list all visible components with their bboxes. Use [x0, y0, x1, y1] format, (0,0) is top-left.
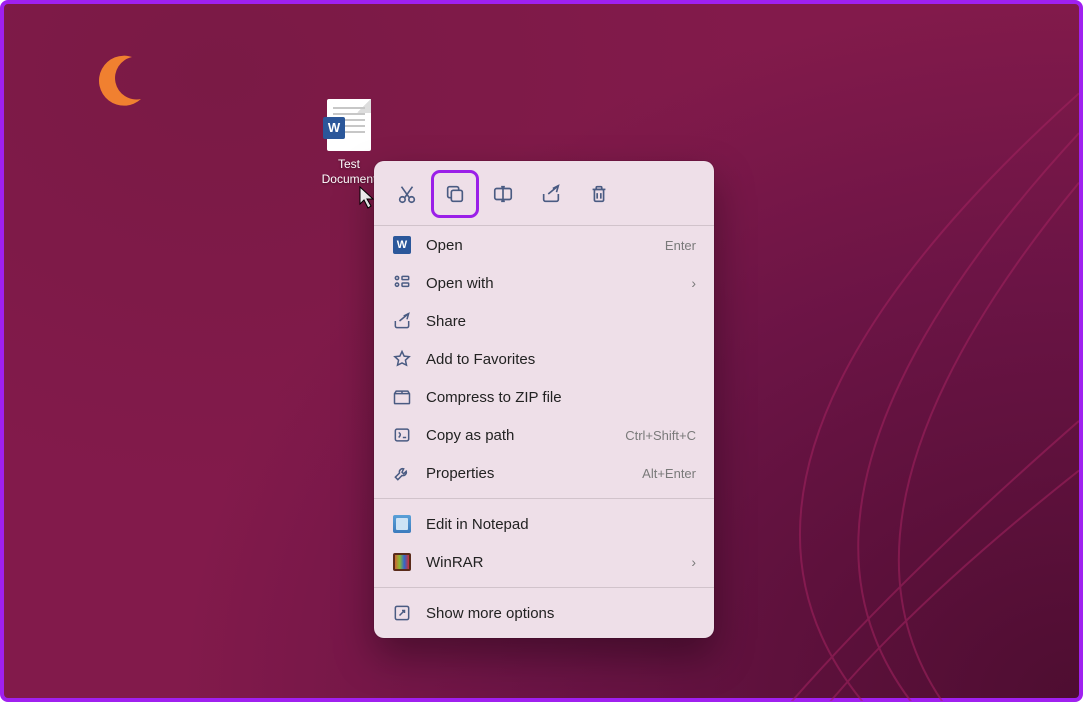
menu-label: Open — [426, 237, 651, 254]
context-toolbar — [374, 167, 714, 226]
menu-properties[interactable]: Properties Alt+Enter — [374, 454, 714, 492]
zip-icon — [392, 387, 412, 407]
rename-button[interactable] — [482, 173, 524, 215]
moon-icon — [89, 49, 149, 109]
share-icon — [392, 311, 412, 331]
winrar-icon — [392, 552, 412, 572]
cut-button[interactable] — [386, 173, 428, 215]
menu-label: Add to Favorites — [426, 351, 696, 368]
word-icon: W — [392, 235, 412, 255]
menu-label: Open with — [426, 275, 677, 292]
copy-button[interactable] — [434, 173, 476, 215]
menu-show-more[interactable]: Show more options — [374, 594, 714, 632]
menu-label: Properties — [426, 465, 628, 482]
menu-label: Compress to ZIP file — [426, 389, 696, 406]
menu-open-with[interactable]: Open with › — [374, 264, 714, 302]
menu-label: Copy as path — [426, 427, 611, 444]
chevron-right-icon: › — [691, 554, 696, 570]
star-icon — [392, 349, 412, 369]
menu-open[interactable]: W Open Enter — [374, 226, 714, 264]
menu-separator — [374, 587, 714, 588]
menu-copy-path[interactable]: Copy as path Ctrl+Shift+C — [374, 416, 714, 454]
notepad-icon — [392, 514, 412, 534]
open-with-icon — [392, 273, 412, 293]
desktop: W Test Document — [0, 0, 1083, 702]
menu-add-favorites[interactable]: Add to Favorites — [374, 340, 714, 378]
wrench-icon — [392, 463, 412, 483]
menu-label: Share — [426, 313, 696, 330]
chevron-right-icon: › — [691, 275, 696, 291]
menu-label: Edit in Notepad — [426, 516, 696, 533]
context-menu: W Open Enter Open with › Share — [374, 161, 714, 638]
menu-label: WinRAR — [426, 554, 677, 571]
copy-path-icon — [392, 425, 412, 445]
menu-winrar[interactable]: WinRAR › — [374, 543, 714, 581]
menu-compress-zip[interactable]: Compress to ZIP file — [374, 378, 714, 416]
menu-edit-notepad[interactable]: Edit in Notepad — [374, 505, 714, 543]
word-file-icon: W — [327, 99, 371, 151]
menu-accel: Alt+Enter — [642, 466, 696, 481]
menu-label: Show more options — [426, 605, 696, 622]
menu-share[interactable]: Share — [374, 302, 714, 340]
show-more-icon — [392, 603, 412, 623]
share-button[interactable] — [530, 173, 572, 215]
menu-separator — [374, 498, 714, 499]
menu-accel: Enter — [665, 238, 696, 253]
menu-accel: Ctrl+Shift+C — [625, 428, 696, 443]
delete-button[interactable] — [578, 173, 620, 215]
